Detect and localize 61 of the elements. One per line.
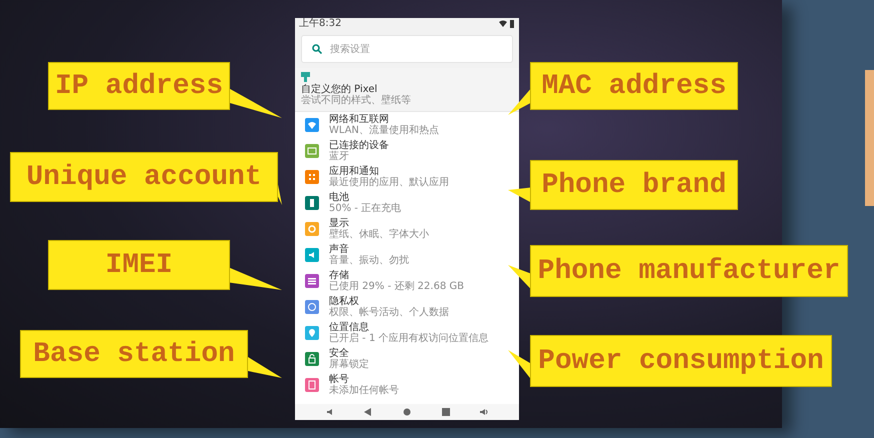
settings-title: 已连接的设备 — [329, 140, 389, 151]
settings-item[interactable]: 位置信息 已开启 - 1 个应用有权访问位置信息 — [295, 320, 519, 346]
settings-subtitle: 音量、振动、勿扰 — [329, 255, 409, 266]
settings-item[interactable]: 声音 音量、振动、勿扰 — [295, 242, 519, 268]
callout-label: Phone brand — [530, 160, 738, 210]
callout-pointer — [247, 356, 282, 378]
status-icons — [499, 20, 515, 28]
back-icon[interactable] — [364, 408, 372, 416]
suggestion-card[interactable]: 自定义您的 Pixel 尝试不同的样式、壁纸等 — [295, 68, 519, 112]
brush-icon — [301, 72, 310, 82]
settings-subtitle: 屏幕锁定 — [329, 359, 369, 370]
settings-item[interactable]: 存储 已使用 29% - 还剩 22.68 GB — [295, 268, 519, 294]
settings-subtitle: 壁纸、休眠、字体大小 — [329, 229, 429, 240]
search-input[interactable]: 搜索设置 — [330, 44, 480, 54]
search-icon — [312, 44, 322, 54]
settings-title: 声音 — [329, 244, 350, 255]
settings-subtitle: 50% - 正在充电 — [329, 203, 402, 214]
volume-up-icon[interactable] — [480, 408, 488, 416]
settings-title: 位置信息 — [329, 322, 370, 333]
settings-title: 帐号 — [329, 374, 350, 385]
status-time: 上午8:32 — [299, 18, 342, 30]
settings-item[interactable]: 帐号 未添加任何帐号 — [295, 372, 519, 398]
suggestion-subtitle: 尝试不同的样式、壁纸等 — [301, 95, 412, 106]
settings-item[interactable]: 已连接的设备 蓝牙 — [295, 138, 519, 164]
settings-title: 存储 — [329, 270, 350, 281]
settings-subtitle: 已使用 29% - 还剩 22.68 GB — [329, 281, 464, 292]
callout-pointer — [229, 268, 282, 290]
volume-down-icon[interactable] — [326, 408, 334, 416]
settings-title: 网络和互联网 — [329, 114, 390, 125]
callout-label: IMEI — [48, 240, 230, 290]
callout-label: Base station — [20, 330, 248, 378]
settings-subtitle: WLAN、流量使用和热点 — [329, 125, 440, 136]
settings-subtitle: 未添加任何帐号 — [329, 385, 399, 396]
home-icon[interactable] — [402, 408, 411, 416]
callout-pointer — [229, 88, 282, 118]
settings-title: 安全 — [329, 348, 349, 359]
settings-item[interactable]: 应用和通知 最近使用的应用、默认应用 — [295, 164, 519, 190]
callout-label: IP address — [48, 62, 230, 110]
settings-title: 显示 — [329, 218, 350, 229]
settings-item[interactable]: 电池 50% - 正在充电 — [295, 190, 519, 216]
settings-subtitle: 最近使用的应用、默认应用 — [329, 177, 449, 188]
settings-title: 电池 — [329, 192, 350, 203]
settings-subtitle: 权限、帐号活动、个人数据 — [329, 307, 449, 318]
callout-pointer — [508, 188, 531, 202]
callout-label: Phone manufacturer — [530, 245, 848, 297]
settings-item[interactable]: 安全 屏幕锁定 — [295, 346, 519, 372]
callout-label: Unique account — [10, 152, 278, 202]
callout-label: MAC address — [530, 62, 738, 110]
callout-pointer — [508, 265, 531, 290]
settings-subtitle: 蓝牙 — [329, 151, 350, 162]
callout-pointer — [508, 350, 531, 380]
settings-title: 应用和通知 — [329, 166, 379, 177]
settings-title: 隐私权 — [329, 296, 359, 307]
suggestion-title: 自定义您的 Pixel — [301, 84, 378, 95]
search-field[interactable]: 搜索设置 — [301, 35, 513, 63]
settings-item[interactable]: 隐私权 权限、帐号活动、个人数据 — [295, 294, 519, 320]
settings-subtitle: 已开启 - 1 个应用有权访问位置信息 — [329, 333, 489, 344]
settings-item[interactable]: 网络和互联网 WLAN、流量使用和热点 — [295, 112, 519, 138]
overview-icon[interactable] — [442, 408, 450, 416]
settings-item[interactable]: 显示 壁纸、休眠、字体大小 — [295, 216, 519, 242]
callout-pointer — [508, 88, 531, 115]
